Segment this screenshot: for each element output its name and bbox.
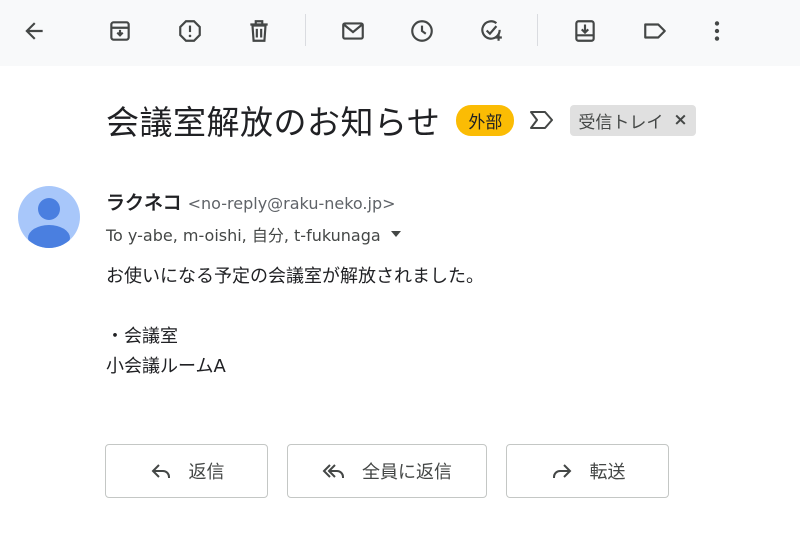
forward-label: 転送	[589, 462, 626, 483]
reply-icon	[151, 464, 170, 478]
body-line: ・会議室	[106, 326, 178, 347]
reply-label: 返信	[188, 462, 225, 483]
recipients-row[interactable]: To y-abe, m-oishi, 自分, t-fukunaga	[106, 222, 403, 246]
snooze-icon	[411, 20, 433, 42]
forward-button[interactable]: 転送	[506, 444, 669, 498]
more-options-button[interactable]	[699, 13, 735, 49]
delete-button[interactable]	[241, 13, 277, 49]
delete-icon	[250, 20, 268, 42]
toolbar-divider	[305, 14, 306, 46]
inbox-label-chip: 受信トレイ ×	[570, 104, 696, 136]
label-chip-text: 受信トレイ	[578, 112, 664, 133]
body-line: お使いになる予定の会議室が解放されました。	[106, 266, 484, 287]
subject-row: 会議室解放のお知らせ 外部 受信トレイ ×	[106, 96, 696, 144]
recipients-text: To y-abe, m-oishi, 自分, t-fukunaga	[106, 226, 381, 245]
report-spam-button[interactable]	[172, 13, 208, 49]
importance-icon	[530, 111, 554, 129]
add-to-tasks-button[interactable]	[473, 13, 509, 49]
move-to-icon	[575, 20, 595, 42]
sender-name: ラクネコ	[106, 192, 182, 214]
reply-all-button[interactable]: 全員に返信	[287, 444, 487, 498]
email-subject: 会議室解放のお知らせ	[106, 103, 441, 142]
mark-unread-icon	[342, 22, 364, 40]
snooze-button[interactable]	[404, 13, 440, 49]
forward-icon	[552, 464, 571, 478]
report-spam-icon	[179, 20, 201, 42]
sender-avatar[interactable]	[18, 186, 80, 248]
person-icon	[28, 198, 70, 248]
labels-icon	[644, 23, 666, 39]
sender-email: <no-reply@raku-neko.jp>	[187, 194, 396, 213]
reply-button[interactable]: 返信	[105, 444, 268, 498]
sender-row: ラクネコ <no-reply@raku-neko.jp>	[106, 188, 396, 215]
message-body: お使いになる予定の会議室が解放されました。 ・会議室 小会議ルームA	[106, 262, 484, 382]
move-to-button[interactable]	[567, 13, 603, 49]
archive-button[interactable]	[102, 13, 138, 49]
remove-label-button[interactable]: ×	[673, 110, 687, 130]
mark-unread-button[interactable]	[335, 13, 371, 49]
more-icon	[714, 21, 720, 41]
labels-button[interactable]	[637, 13, 673, 49]
toolbar	[0, 0, 800, 66]
importance-marker[interactable]	[528, 109, 556, 131]
toolbar-divider	[537, 14, 538, 46]
back-button[interactable]	[16, 13, 52, 49]
add-to-tasks-icon	[481, 20, 502, 41]
recipient-details-toggle[interactable]	[389, 227, 403, 241]
reply-all-label: 全員に返信	[362, 462, 452, 483]
body-line: 小会議ルームA	[106, 356, 226, 377]
back-icon	[25, 22, 43, 40]
archive-icon	[110, 21, 130, 41]
reply-all-icon	[322, 464, 344, 478]
external-badge: 外部	[456, 104, 515, 136]
caret-down-icon	[390, 231, 401, 237]
